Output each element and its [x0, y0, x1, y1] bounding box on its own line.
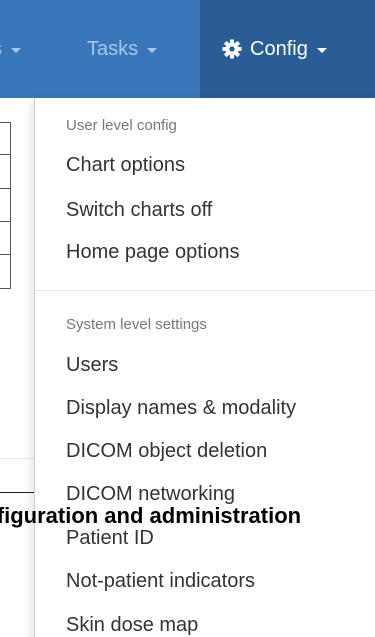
page-heading: Configuration and administration: [0, 503, 375, 529]
caret-down-icon: [316, 47, 327, 53]
menu-item-switch-charts-off[interactable]: Switch charts off: [66, 199, 212, 222]
menu-item-skin-dose-map[interactable]: Skin dose map: [66, 614, 198, 637]
page: s Tasks Config: [0, 0, 375, 637]
menu-item-users[interactable]: Users: [66, 354, 118, 377]
menu-item-not-patient-indicators[interactable]: Not-patient indicators: [66, 570, 255, 593]
nav-item-tasks[interactable]: Tasks: [87, 0, 158, 98]
dropdown-header-system-level: System level settings: [66, 316, 207, 333]
menu-item-display-names-modality[interactable]: Display names & modality: [66, 397, 296, 420]
page-heading-text: Configuration and administration: [0, 503, 302, 528]
nav-item-partial-label: s: [0, 38, 2, 61]
menu-item-dicom-object-deletion[interactable]: DICOM object deletion: [66, 440, 267, 463]
nav-item-config[interactable]: Config: [200, 0, 375, 98]
table-row-border: [0, 254, 10, 255]
config-dropdown-menu: User level config Chart options Switch c…: [34, 98, 375, 637]
table-row-border: [0, 122, 10, 123]
background-table: [0, 122, 11, 289]
menu-divider: [35, 290, 375, 291]
table-row-border: [0, 188, 10, 189]
caret-down-icon: [11, 47, 21, 53]
menu-item-chart-options[interactable]: Chart options: [66, 154, 185, 177]
table-row-border: [0, 154, 10, 155]
top-navbar: s Tasks Config: [0, 0, 375, 98]
menu-item-home-page-options[interactable]: Home page options: [66, 241, 239, 264]
menu-item-patient-id[interactable]: Patient ID: [66, 527, 154, 550]
table-row-border: [0, 288, 10, 289]
nav-tasks-label: Tasks: [87, 37, 139, 60]
nav-item-partial[interactable]: s: [0, 0, 21, 98]
nav-config-label: Config: [250, 37, 308, 60]
gear-icon: [222, 39, 242, 59]
dropdown-header-user-level: User level config: [66, 117, 177, 134]
table-row-border: [0, 221, 10, 222]
caret-down-icon: [147, 47, 158, 53]
